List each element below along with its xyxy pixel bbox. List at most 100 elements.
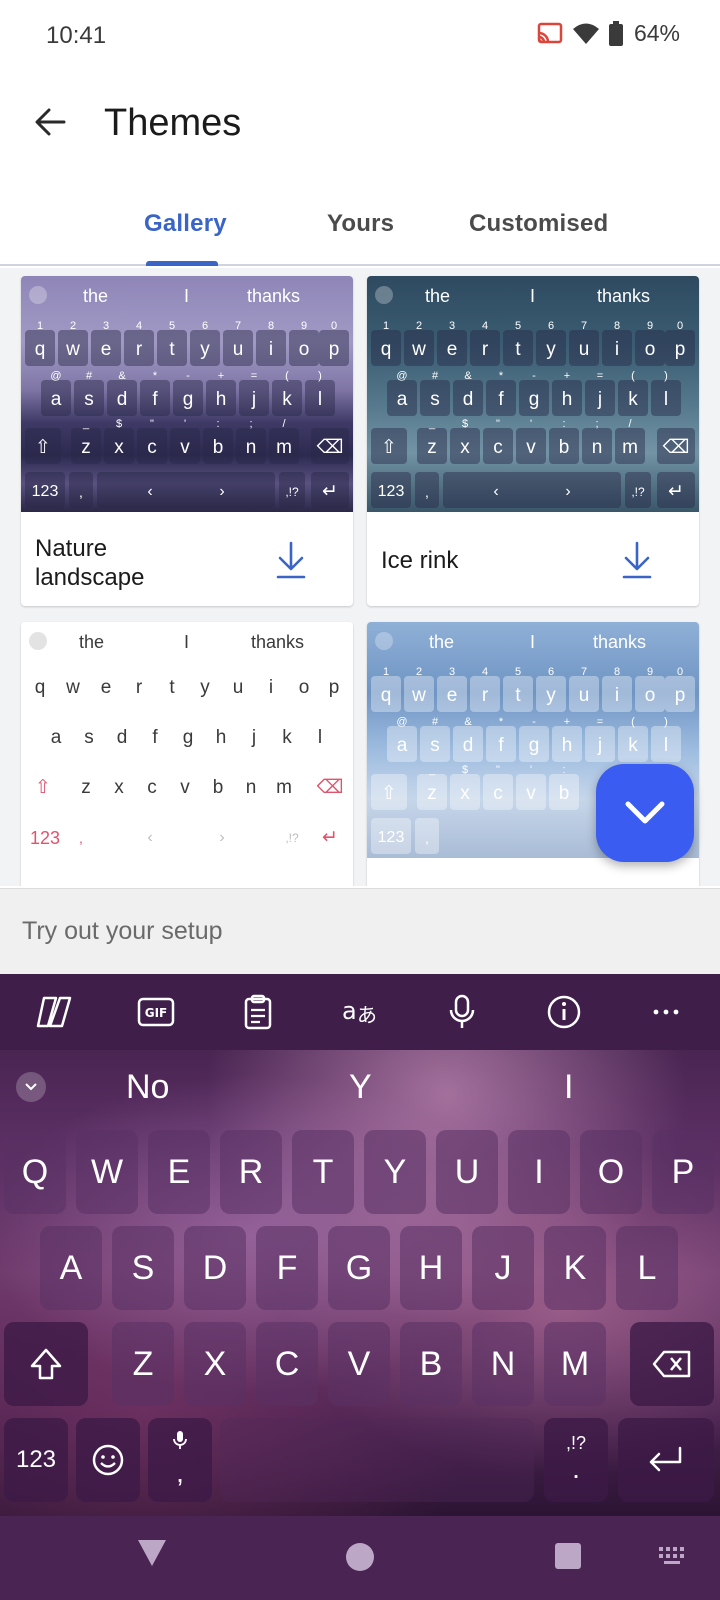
- key-r[interactable]: R: [220, 1130, 282, 1214]
- key-n[interactable]: N: [472, 1322, 534, 1406]
- preview-row-1: q w e r t y u i o p: [34, 677, 340, 698]
- key-w[interactable]: W: [76, 1130, 138, 1214]
- key-d[interactable]: D: [184, 1226, 246, 1310]
- key-o[interactable]: O: [580, 1130, 642, 1214]
- spacebar[interactable]: [220, 1418, 534, 1502]
- translate-icon[interactable]: aあ: [338, 992, 382, 1032]
- key-u[interactable]: U: [436, 1130, 498, 1214]
- period-label: .: [572, 1453, 580, 1484]
- download-icon[interactable]: [619, 540, 655, 580]
- preview-row-4: 123 , ‹ › ,!? ↵: [29, 827, 338, 848]
- key-s[interactable]: S: [112, 1226, 174, 1310]
- tab-gallery[interactable]: Gallery: [144, 210, 227, 238]
- battery-percent: 64%: [633, 20, 680, 46]
- preview-row-3: ⇧ z x c v b n m ⌫: [35, 777, 344, 798]
- tab-yours[interactable]: Yours: [327, 210, 394, 238]
- app-bar: Themes: [0, 72, 720, 184]
- svg-text:あ: あ: [357, 1003, 377, 1027]
- wifi-icon: [572, 23, 599, 44]
- gif-icon[interactable]: GIF: [134, 992, 178, 1032]
- preview-suggestion: I: [184, 632, 190, 652]
- key-b[interactable]: B: [400, 1322, 462, 1406]
- numbers-key[interactable]: 123: [4, 1418, 68, 1502]
- comma-key[interactable]: ,: [148, 1418, 212, 1502]
- emoji-icon: [92, 1444, 124, 1476]
- emoji-key[interactable]: [76, 1418, 140, 1502]
- enter-key[interactable]: [618, 1418, 714, 1502]
- cast-icon: [537, 22, 563, 43]
- key-v[interactable]: V: [328, 1322, 390, 1406]
- navigation-bar: [0, 1516, 720, 1600]
- period-key[interactable]: ,!? .: [544, 1418, 608, 1502]
- back-triangle-icon[interactable]: [136, 1538, 168, 1568]
- key-g[interactable]: G: [328, 1226, 390, 1310]
- card-footer: Nature landscape: [21, 512, 353, 606]
- tab-customised[interactable]: Customised: [469, 210, 608, 238]
- theme-card-light[interactable]: the I thanks q w e r t y u i o p a s d f: [21, 622, 353, 886]
- theme-name: Ice rink: [381, 547, 459, 574]
- key-f[interactable]: F: [256, 1226, 318, 1310]
- microphone-icon[interactable]: [440, 992, 484, 1032]
- keyboard-switch-icon[interactable]: [658, 1546, 688, 1566]
- key-q[interactable]: Q: [4, 1130, 66, 1214]
- backspace-key[interactable]: [630, 1322, 714, 1406]
- key-h[interactable]: H: [400, 1226, 462, 1310]
- preview-row-1: 1q 2w 3e 4r 5t 6y 7u 8i 9o 0p: [21, 320, 353, 370]
- key-j[interactable]: J: [472, 1226, 534, 1310]
- home-icon[interactable]: [345, 1542, 375, 1572]
- back-button[interactable]: [26, 98, 74, 146]
- battery-icon: [608, 20, 623, 46]
- collapse-icon: [29, 286, 47, 304]
- collapse-icon: [29, 632, 47, 650]
- collapse-icon: [375, 286, 393, 304]
- theme-preview: the I thanks 1q 2w 3e 4r 5t 6y 7u 8i 9o …: [367, 276, 699, 512]
- key-k[interactable]: K: [544, 1226, 606, 1310]
- clipboard-icon[interactable]: [236, 992, 280, 1032]
- enter-icon: [649, 1446, 682, 1472]
- key-i[interactable]: I: [508, 1130, 570, 1214]
- page-title: Themes: [104, 102, 242, 144]
- key-l[interactable]: L: [616, 1226, 678, 1310]
- preview-row-1: 1q 2w 3e 4r 5t 6y 7u 8i 9o 0p: [367, 320, 699, 370]
- try-out-placeholder: Try out your setup: [22, 917, 223, 945]
- microphone-icon: [173, 1431, 187, 1449]
- tab-indicator: [146, 261, 218, 266]
- status-bar: 10:41 64%: [0, 0, 720, 72]
- download-icon[interactable]: [273, 540, 309, 580]
- tab-bar: Gallery Yours Customised: [0, 196, 720, 266]
- try-out-input[interactable]: Try out your setup: [0, 888, 720, 974]
- status-icons: 64%: [536, 20, 680, 47]
- key-t[interactable]: T: [292, 1130, 354, 1214]
- arrow-back-icon: [35, 108, 66, 136]
- info-icon[interactable]: [542, 992, 586, 1032]
- suggestion-word[interactable]: I: [564, 1068, 573, 1107]
- preview-suggestion: I: [530, 632, 536, 652]
- recents-icon[interactable]: [554, 1542, 582, 1570]
- preview-suggestion: I: [530, 286, 536, 306]
- theme-gallery[interactable]: the I thanks 1q 2w 3e 4r 5t 6y 7u 8i 9o …: [0, 268, 720, 886]
- chevron-down-icon: [625, 801, 665, 824]
- collapse-suggestions-button[interactable]: [16, 1072, 46, 1102]
- theme-card-ice-rink[interactable]: the I thanks 1q 2w 3e 4r 5t 6y 7u 8i 9o …: [367, 276, 699, 606]
- suggestion-word[interactable]: Y: [349, 1068, 372, 1107]
- key-z[interactable]: Z: [112, 1322, 174, 1406]
- preview-row-3: ⇧ _ z $ x " c ' v :b ; n / m ⌫: [21, 418, 353, 468]
- copilot-icon[interactable]: [32, 992, 76, 1032]
- key-e[interactable]: E: [148, 1130, 210, 1214]
- scroll-down-button[interactable]: [596, 764, 694, 862]
- shift-key[interactable]: [4, 1322, 88, 1406]
- key-x[interactable]: X: [184, 1322, 246, 1406]
- preview-suggestion: I: [184, 286, 190, 306]
- theme-card-nature-landscape[interactable]: the I thanks 1q 2w 3e 4r 5t 6y 7u 8i 9o …: [21, 276, 353, 606]
- key-a[interactable]: A: [40, 1226, 102, 1310]
- theme-name: Nature landscape: [35, 535, 145, 591]
- key-c[interactable]: C: [256, 1322, 318, 1406]
- preview-suggestion: thanks: [597, 286, 651, 306]
- key-p[interactable]: P: [652, 1130, 714, 1214]
- key-m[interactable]: M: [544, 1322, 606, 1406]
- suggestion-word[interactable]: No: [126, 1068, 169, 1107]
- preview-suggestion: the: [425, 286, 451, 306]
- preview-row-2: @ a # s & d * f -g + h = j (k ) l: [367, 370, 699, 420]
- key-y[interactable]: Y: [364, 1130, 426, 1214]
- more-icon[interactable]: [644, 992, 688, 1032]
